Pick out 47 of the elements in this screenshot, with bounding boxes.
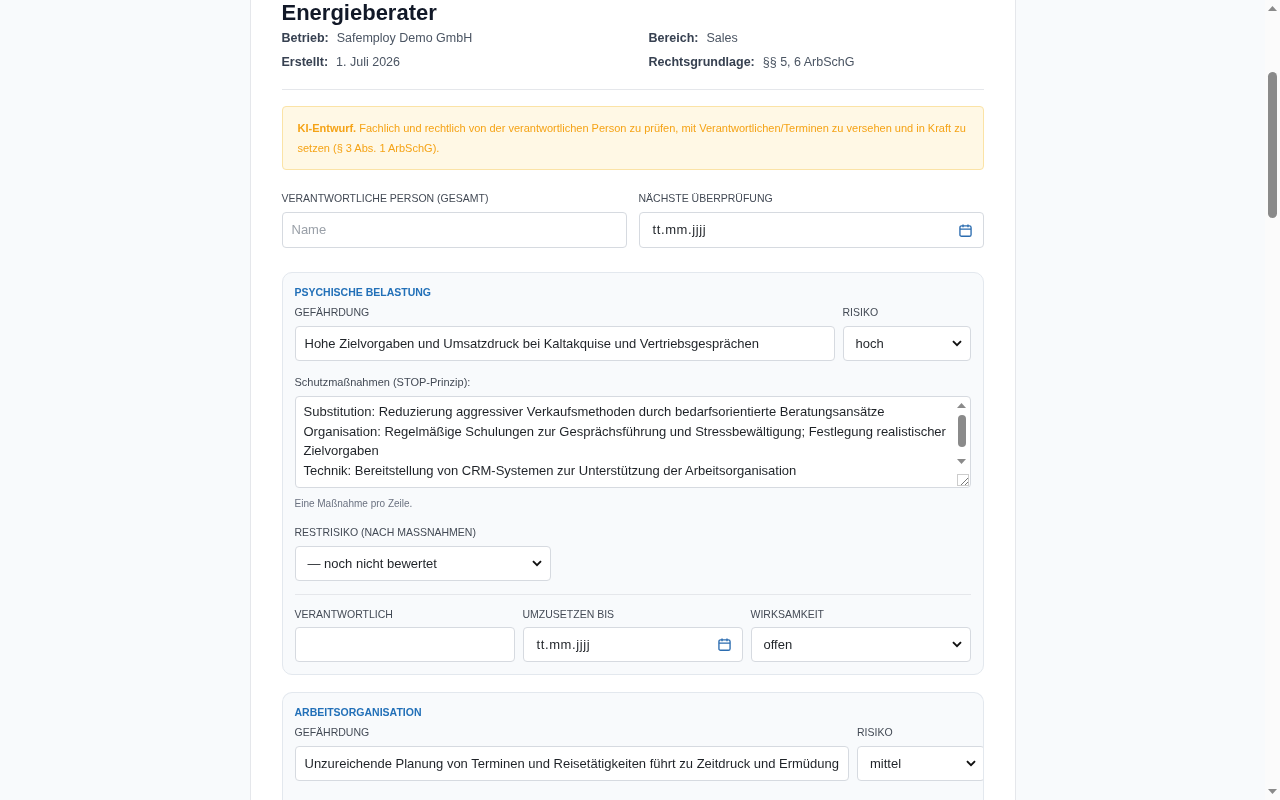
- chevron-down-icon[interactable]: [531, 560, 542, 567]
- date-field[interactable]: tt.mm.jjjj: [638, 212, 984, 248]
- meta-value: Sales: [706, 30, 738, 47]
- select-field[interactable]: hoch: [842, 326, 971, 361]
- meta-label: Rechtsgrundlage:: [648, 54, 755, 71]
- text-field[interactable]: Unzureichende Planung von Terminen und Reisetätigkeiten führt zu Zeitdruck und Ermüdung: [294, 746, 850, 781]
- scrollbar-thumb[interactable]: [957, 415, 966, 447]
- meta-value: 1. Juli 2026: [336, 54, 400, 71]
- hint-text: Eine Maßnahme pro Zeile.: [294, 497, 414, 511]
- field-label: RISIKO: [842, 305, 880, 319]
- chevron-down-icon[interactable]: [966, 760, 977, 767]
- text-field[interactable]: [294, 627, 515, 662]
- scroll-up-arrow-icon[interactable]: [1268, 6, 1277, 11]
- meta-value: Safemploy Demo GmbH: [336, 30, 473, 47]
- select-field[interactable]: offen: [750, 627, 971, 662]
- section-title: ARBEITSORGANISATION: [294, 705, 423, 719]
- document-title: Energieberater: [281, 0, 438, 26]
- chevron-down-icon[interactable]: [951, 641, 962, 648]
- field-label: Schutzmaßnahmen (STOP-Prinzip):: [294, 375, 472, 389]
- field-label: WIRKSAMKEIT: [750, 607, 825, 621]
- meta-label: Betrieb:: [281, 30, 329, 47]
- calendar-icon[interactable]: [717, 638, 731, 651]
- field-label: UMZUSETZEN BIS: [522, 607, 616, 621]
- scrollbar-thumb[interactable]: [1268, 72, 1277, 218]
- text-field[interactable]: Hohe Zielvorgaben und Umsatzdruck bei Kaltakquise und Vertriebsgesprächen: [294, 326, 835, 361]
- date-field[interactable]: tt.mm.jjjj: [522, 627, 743, 662]
- measures-textarea[interactable]: Substitution: Reduzierung aggressiver Verkaufsmethoden durch bedarfsorientierte Beratungsansätze Organisation: Regelmäßige Schulungen zur Gesprächsführung und Stressbewältigung; Festlegung realistischer Zielvorgaben Technik: Bereitstellung von CRM-Systemen zur Unterstützung der Arbeitsorganisation: [294, 396, 971, 488]
- field-label: RESTRISIKO (NACH MASSNAHMEN): [294, 525, 477, 539]
- field-label: GEFÄHRDUNG: [294, 305, 371, 319]
- meta-label: Erstellt:: [281, 54, 329, 71]
- field-label: VERANTWORTLICH: [294, 607, 394, 621]
- section-title: PSYCHISCHE BELASTUNG: [294, 285, 432, 299]
- scroll-down-arrow-icon[interactable]: [1268, 789, 1277, 794]
- notice-text: KI-Entwurf. Fachlich und rechtlich von der verantwortlichen Person zu prüfen, mit Verantwortlichen/Terminen zu versehen und in Kraft zu setzen (§ 3 Abs. 1 ArbSchG).: [297, 121, 967, 156]
- field-label: GEFÄHRDUNG: [294, 725, 371, 739]
- scroll-down-arrow-icon[interactable]: [956, 459, 966, 464]
- chevron-down-icon[interactable]: [951, 340, 962, 347]
- field-label: NÄCHSTE ÜBERPRÜFUNG: [638, 191, 774, 205]
- select-field[interactable]: — noch nicht bewertet: [294, 546, 551, 581]
- scroll-up-arrow-icon[interactable]: [956, 403, 966, 408]
- field-label: VERANTWORTLICHE PERSON (GESAMT): [281, 191, 490, 205]
- resize-grip-icon[interactable]: [956, 474, 969, 486]
- meta-value: §§ 5, 6 ArbSchG: [762, 54, 855, 71]
- meta-label: Bereich:: [648, 30, 699, 47]
- calendar-icon[interactable]: [958, 223, 972, 237]
- field-label: RISIKO: [857, 725, 894, 739]
- select-field[interactable]: mittel: [857, 746, 983, 781]
